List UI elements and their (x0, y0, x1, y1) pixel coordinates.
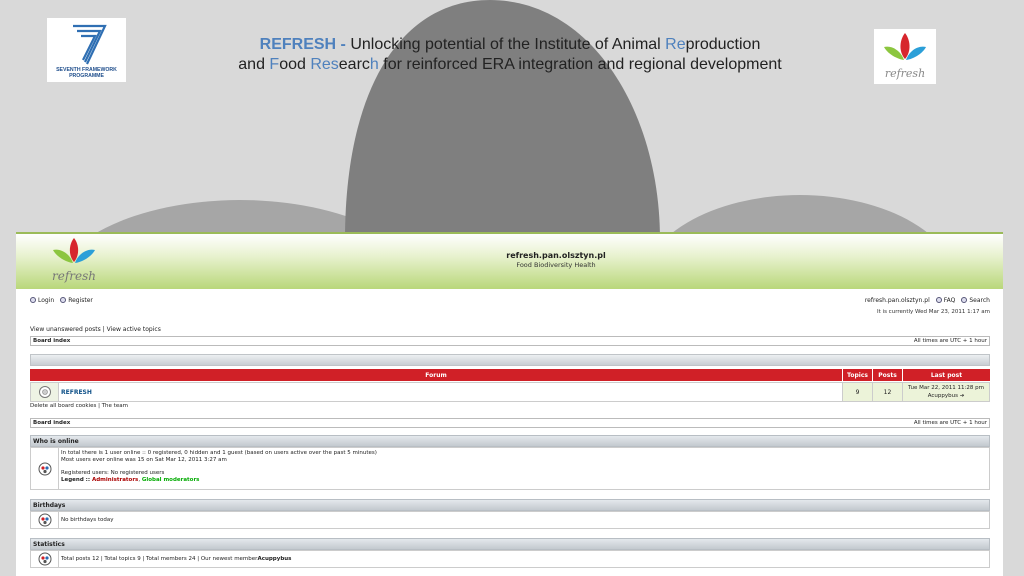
birthdays-section: Birthdays No birthdays today (30, 499, 990, 529)
title-line2-segment-1: F (269, 56, 280, 73)
fp7-logo: SEVENTH FRAMEWORK PROGRAMME (47, 18, 126, 82)
slide-title-line2: and Food Research for reinforced ERA int… (150, 55, 870, 75)
title-line2-segment-3: Res (310, 56, 339, 73)
current-time: It is currently Wed Mar 23, 2011 1:17 am (877, 309, 990, 315)
slide-title-line1: REFRESH - Unlocking potential of the Ins… (150, 35, 870, 55)
title-line2-segment-6: for reinforced ERA integration and regio… (378, 56, 782, 73)
title-line2-segment-4: earc (338, 56, 370, 73)
title-line1-segment-0: REFRESH - (259, 36, 351, 53)
who-online-title: Who is online (30, 435, 990, 447)
register-link[interactable]: Register (60, 295, 93, 305)
login-icon (30, 297, 36, 303)
fp7-logo-line2: PROGRAMME (69, 73, 104, 79)
top-nav: Login Register refresh.pan.olsztyn.pl FA… (30, 295, 990, 305)
login-label: Login (38, 296, 55, 304)
register-icon (60, 297, 67, 303)
fp7-seven-icon: SEVENTH FRAMEWORK PROGRAMME (56, 24, 117, 79)
title-line1-segment-2: Re (665, 36, 686, 53)
board-index-link-bottom[interactable]: Board index (33, 420, 70, 426)
header-posts: Posts (873, 369, 903, 381)
forum-link-refresh[interactable]: REFRESH (59, 383, 842, 401)
statistics-summary: Total posts 12 | Total topics 9 | Total … (61, 555, 258, 562)
faq-link[interactable]: FAQ (935, 295, 956, 305)
forum-logo-text: refresh (52, 269, 96, 283)
slide-title: REFRESH - Unlocking potential of the Ins… (150, 35, 870, 75)
who-online-section: Who is online In total there is 1 user o… (30, 435, 990, 490)
site-tagline: Food Biodiversity Health (516, 261, 596, 269)
header-forum: Forum (30, 369, 843, 381)
header-topics: Topics (843, 369, 873, 381)
forum-table-header: Forum Topics Posts Last post (30, 369, 990, 381)
registered-users: Registered users: No registered users (61, 470, 165, 476)
online-record: Most users ever online was 15 on Sat Mar… (61, 457, 227, 463)
who-online-icon (31, 448, 59, 489)
birthdays-title: Birthdays (30, 499, 990, 511)
statistics-text: Total posts 12 | Total topics 9 | Total … (59, 551, 989, 567)
header-last-post: Last post (930, 371, 963, 379)
legend-label: Legend :: (61, 477, 92, 483)
legend-administrators[interactable]: Administrators (92, 477, 138, 483)
birthdays-text: No birthdays today (61, 516, 114, 523)
search-link[interactable]: Search (961, 295, 990, 305)
timezone-label: All times are UTC + 1 hour (913, 338, 987, 344)
table-row: REFRESH 9 12 Tue Mar 22, 2011 11:28 pm A… (30, 382, 990, 402)
birthdays-icon (31, 512, 59, 528)
posts-count: 12 (872, 383, 902, 401)
legend-global-moderators[interactable]: Global moderators (142, 477, 200, 483)
refresh-leaves-icon: refresh (884, 33, 926, 80)
faq-icon (935, 297, 942, 303)
breadcrumb-bottom: Board index All times are UTC + 1 hour (30, 418, 990, 428)
slide: SEVENTH FRAMEWORK PROGRAMME REFRESH - Un… (0, 0, 1024, 576)
title-line1-segment-1: Unlocking potential of the Institute of … (350, 36, 666, 53)
timezone-label-bottom: All times are UTC + 1 hour (913, 420, 987, 426)
last-post-user: Acuppybus (927, 393, 958, 399)
faq-label: FAQ (943, 296, 956, 304)
site-name: refresh.pan.olsztyn.pl (506, 251, 606, 260)
view-links[interactable]: View unanswered posts | View active topi… (30, 326, 990, 334)
view-latest-post-icon[interactable]: ➔ (960, 393, 965, 399)
board-index-link[interactable]: Board index (33, 338, 70, 344)
statistics-section: Statistics Total posts 12 | Total topics… (30, 538, 990, 568)
site-description: refresh.pan.olsztyn.pl Food Biodiversity… (456, 251, 656, 269)
forum-status-icon (31, 383, 59, 401)
title-line2-segment-5: h (369, 56, 379, 73)
refresh-logo-top: refresh (874, 29, 936, 84)
search-label: Search (969, 296, 990, 304)
forum-logo-leaves-icon: refresh (52, 238, 96, 283)
title-line1-segment-3: production (685, 36, 761, 53)
forum-screenshot: refresh refresh.pan.olsztyn.pl Food Biod… (16, 232, 1003, 576)
title-line2-segment-2: ood (279, 56, 311, 73)
last-post: Tue Mar 22, 2011 11:28 pm Acuppybus ➔ (902, 383, 989, 401)
forum-header: refresh refresh.pan.olsztyn.pl Food Biod… (16, 234, 1003, 289)
statistics-icon (31, 551, 59, 567)
refresh-logo-text: refresh (885, 67, 925, 80)
last-post-date: Tue Mar 22, 2011 11:28 pm (908, 385, 984, 391)
forum-logo[interactable]: refresh (44, 236, 108, 286)
newest-member-link[interactable]: Acuppybus (257, 556, 291, 563)
login-link[interactable]: Login (30, 295, 54, 305)
footer-links[interactable]: Delete all board cookies | The team (30, 403, 990, 411)
register-label: Register (68, 296, 93, 304)
last-post-author[interactable]: Acuppybus ➔ (928, 392, 965, 400)
spacer-bar (30, 354, 990, 366)
breadcrumb-top: Board index All times are UTC + 1 hour (30, 336, 990, 346)
search-icon (961, 297, 968, 303)
home-label: refresh.pan.olsztyn.pl (864, 296, 930, 304)
topics-count: 9 (842, 383, 872, 401)
statistics-title: Statistics (30, 538, 990, 550)
online-total: In total there is 1 user online :: 0 reg… (61, 450, 377, 456)
title-line2-segment-0: and (238, 56, 270, 73)
home-link[interactable]: refresh.pan.olsztyn.pl (865, 295, 930, 305)
legend: Legend :: Administrators, Global moderat… (61, 477, 987, 484)
